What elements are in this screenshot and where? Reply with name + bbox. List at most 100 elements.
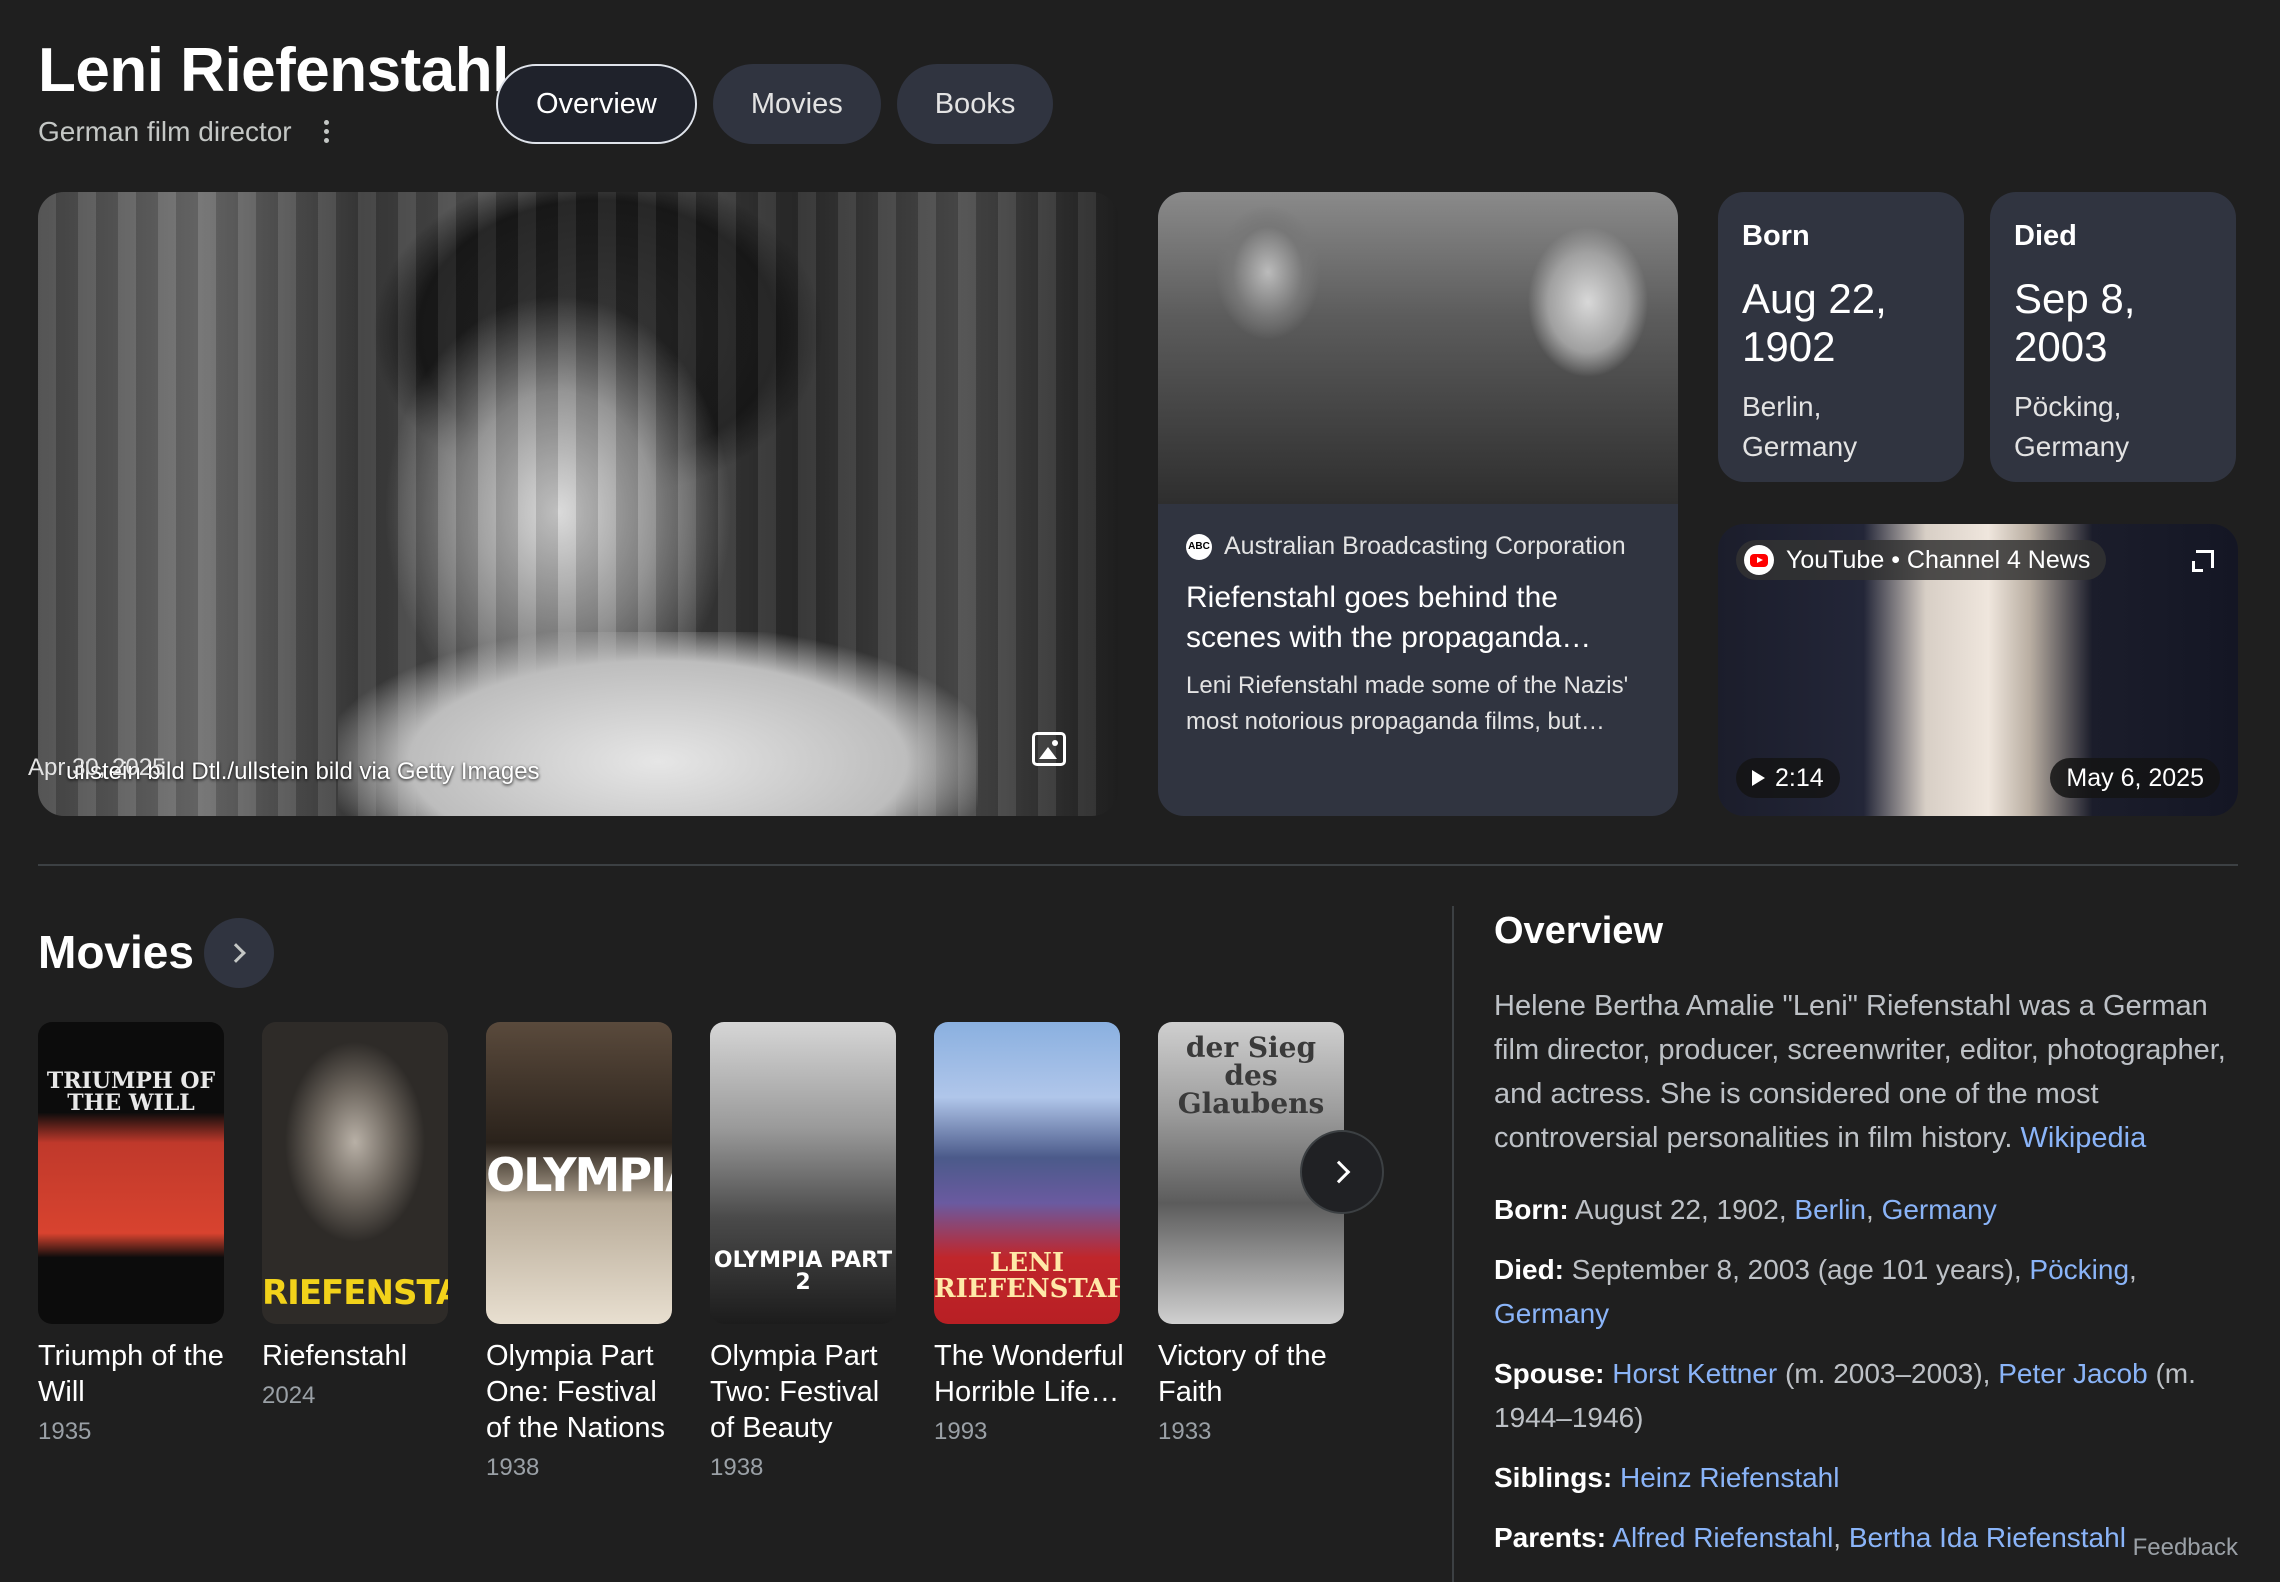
movie-year: 1933	[1158, 1418, 1212, 1445]
fact-spouse: Spouse: Horst Kettner (m. 2003–2003), Pe…	[1494, 1352, 2244, 1440]
fact-link-bertha-ida-riefenstahl[interactable]: Bertha Ida Riefenstahl	[1849, 1522, 2126, 1553]
movie-item[interactable]: OLYMPIA PART 2 Olympia Part Two: Festiva…	[710, 1022, 896, 1482]
movie-title: The Wonderful Horrible Life…	[934, 1340, 1124, 1408]
poster-title: OLYMPIA	[486, 1148, 672, 1202]
fact-separator: ,	[2129, 1254, 2137, 1285]
fact-link-germany[interactable]: Germany	[1882, 1194, 1997, 1225]
poster-title: OLYMPIA PART 2	[713, 1248, 893, 1295]
movies-heading[interactable]: Movies	[38, 922, 194, 982]
hero-image[interactable]: ullstein bild Dtl./ullstein bild via Get…	[38, 192, 1118, 816]
movie-title: Victory of the Faith	[1158, 1340, 1327, 1408]
fact-died: Died: September 8, 2003 (age 101 years),…	[1494, 1248, 2244, 1336]
news-source-name: Australian Broadcasting Corporation	[1224, 532, 1626, 560]
fact-label[interactable]: Born:	[1494, 1194, 1569, 1225]
abc-logo-icon: ABC	[1186, 533, 1212, 560]
news-date: Apr 30, 2025	[28, 754, 166, 781]
video-source-label: YouTube • Channel 4 News	[1786, 545, 2091, 574]
movie-title: Riefenstahl	[262, 1340, 408, 1372]
youtube-icon	[1744, 545, 1774, 575]
video-source: YouTube • Channel 4 News	[1736, 540, 2107, 580]
movie-title: Olympia Part Two: Festival of Beauty	[710, 1340, 880, 1444]
poster-title: TRIUMPH OF THE WILL	[46, 1068, 216, 1116]
news-thumbnail	[1158, 192, 1678, 504]
poster-title: der Sieg des Glaubens	[1177, 1031, 1325, 1120]
fact-value: September 8, 2003 (age 101 years),	[1571, 1254, 2022, 1285]
chevron-right-icon	[1327, 1160, 1351, 1184]
poster-title: LENI RIEFENSTAHL	[934, 1248, 1120, 1304]
movie-item[interactable]: RIEFENSTAHL Riefenstahl 2024	[262, 1022, 448, 1410]
overview-description: Helene Bertha Amalie "Leni" Riefenstahl …	[1494, 984, 2234, 1160]
movie-poster: OLYMPIA	[486, 1022, 672, 1324]
fact-link-berlin[interactable]: Berlin	[1794, 1194, 1866, 1225]
facts-list: Born: August 22, 1902, Berlin, Germany D…	[1494, 1188, 2244, 1576]
died-date: Sep 8, 2003	[2014, 275, 2136, 370]
movie-poster: OLYMPIA PART 2	[710, 1022, 896, 1324]
fact-link-horst-kettner[interactable]: Horst Kettner	[1612, 1358, 1777, 1389]
page-subtitle: German film director	[38, 116, 292, 147]
fact-label[interactable]: Died:	[1494, 1254, 1564, 1285]
video-duration: 2:14	[1736, 758, 1840, 798]
died-place: Pöcking, Germany	[2014, 391, 2130, 462]
movie-item[interactable]: OLYMPIA Olympia Part One: Festival of th…	[486, 1022, 672, 1482]
fact-separator: ,	[1866, 1194, 1874, 1225]
fact-value: August 22, 1902,	[1574, 1194, 1787, 1225]
movie-poster: TRIUMPH OF THE WILL	[38, 1022, 224, 1324]
section-divider	[38, 864, 2238, 866]
video-duration-label: 2:14	[1775, 763, 1824, 792]
movie-title: Olympia Part One: Festival of the Nation…	[486, 1340, 665, 1444]
news-source: ABC Australian Broadcasting Corporation	[1186, 532, 1626, 561]
news-card[interactable]: ABC Australian Broadcasting Corporation …	[1158, 192, 1678, 816]
movie-title: Triumph of the Will	[38, 1340, 224, 1408]
fact-parents: Parents: Alfred Riefenstahl, Bertha Ida …	[1494, 1516, 2244, 1560]
chevron-right-icon	[226, 943, 246, 963]
tab-movies[interactable]: Movies	[712, 64, 881, 144]
died-card[interactable]: Died Sep 8, 2003 Pöcking, Germany	[1990, 192, 2236, 482]
born-label: Born	[1742, 220, 1810, 252]
movie-year: 1993	[934, 1418, 988, 1445]
hero-image-detail	[338, 632, 978, 816]
fact-link-heinz-riefenstahl[interactable]: Heinz Riefenstahl	[1620, 1462, 1839, 1493]
play-icon	[1752, 770, 1765, 786]
movie-year: 1935	[38, 1418, 92, 1445]
fact-label[interactable]: Parents:	[1494, 1522, 1606, 1553]
movie-item[interactable]: der Sieg des Glaubens Victory of the Fai…	[1158, 1022, 1344, 1446]
movie-year: 1938	[486, 1454, 540, 1481]
tab-overview[interactable]: Overview	[496, 64, 697, 144]
fact-label[interactable]: Siblings:	[1494, 1462, 1612, 1493]
fact-label[interactable]: Spouse:	[1494, 1358, 1604, 1389]
wikipedia-link[interactable]: Wikipedia	[2021, 1122, 2147, 1154]
movies-more-button[interactable]	[204, 918, 274, 988]
fact-siblings: Siblings: Heinz Riefenstahl	[1494, 1456, 2244, 1500]
tab-books[interactable]: Books	[896, 64, 1054, 144]
video-card[interactable]: YouTube • Channel 4 News 2:14 May 6, 202…	[1718, 524, 2238, 816]
fact-value: (m. 2003–2003),	[1784, 1358, 1991, 1389]
feedback-link[interactable]: Feedback	[2133, 1534, 2238, 1562]
news-title[interactable]: Riefenstahl goes behind the scenes with …	[1186, 578, 1656, 658]
fact-link-alfred-riefenstahl[interactable]: Alfred Riefenstahl	[1612, 1522, 1833, 1553]
born-card[interactable]: Born Aug 22, 1902 Berlin, Germany	[1718, 192, 1964, 482]
fact-link-pocking[interactable]: Pöcking	[2029, 1254, 2129, 1285]
overview-heading: Overview	[1494, 910, 1663, 952]
movie-poster: RIEFENSTAHL	[262, 1022, 448, 1324]
born-place: Berlin, Germany	[1742, 391, 1858, 462]
column-divider	[1452, 906, 1454, 1582]
more-options-icon[interactable]	[312, 114, 340, 148]
movie-poster: LENI RIEFENSTAHL	[934, 1022, 1120, 1324]
movie-item[interactable]: LENI RIEFENSTAHL The Wonderful Horrible …	[934, 1022, 1124, 1446]
fact-separator: ,	[1833, 1522, 1842, 1553]
poster-title: RIEFENSTAHL	[262, 1273, 448, 1313]
movie-year: 2024	[262, 1382, 316, 1409]
fact-born: Born: August 22, 1902, Berlin, Germany	[1494, 1188, 2244, 1232]
news-snippet: Leni Riefenstahl made some of the Nazis'…	[1186, 672, 1629, 735]
carousel-next-button[interactable]	[1300, 1130, 1384, 1214]
video-date: May 6, 2025	[2050, 758, 2220, 798]
fact-link-peter-jacob[interactable]: Peter Jacob	[1998, 1358, 2147, 1389]
died-label: Died	[2014, 220, 2077, 252]
page-title: Leni Riefenstahl	[38, 36, 509, 105]
movies-carousel: TRIUMPH OF THE WILL Triumph of the Will …	[38, 1022, 1344, 1522]
fact-link-germany[interactable]: Germany	[1494, 1298, 1609, 1329]
expand-icon[interactable]	[2192, 550, 2214, 572]
born-date: Aug 22, 1902	[1742, 275, 1887, 370]
image-icon[interactable]	[1032, 732, 1066, 766]
movie-item[interactable]: TRIUMPH OF THE WILL Triumph of the Will …	[38, 1022, 224, 1446]
